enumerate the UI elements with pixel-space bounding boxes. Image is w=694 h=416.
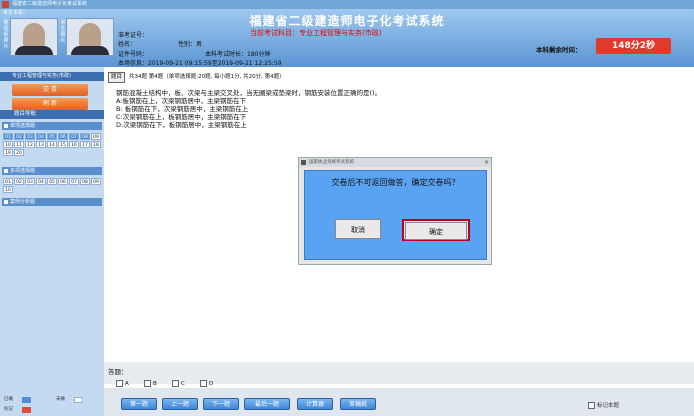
answer-choice-b[interactable]: B <box>144 380 157 387</box>
mark-question-toggle[interactable]: 标记本题 <box>588 401 619 409</box>
system-title: 福建省二级建造师电子化考试系统 <box>249 14 445 28</box>
next-question-button[interactable]: 下一题 <box>203 398 239 410</box>
option-a: A:板钢筋在上，次梁钢筋居中，主梁钢筋在下 <box>116 97 247 105</box>
candidate-name: 姓名： <box>118 41 137 48</box>
window-titlebar: 福建省二级建造师电子化考试系统 <box>0 0 694 9</box>
confirm-button[interactable]: 确定 <box>402 219 470 241</box>
nav-cell[interactable]: 01 <box>3 133 13 140</box>
nav-cell[interactable]: 03 <box>25 133 35 140</box>
nav-cell[interactable]: 11 <box>14 141 24 148</box>
app-icon <box>2 1 9 8</box>
prev-question-button[interactable]: 上一题 <box>162 398 198 410</box>
current-subject: 当前考试科目：专业工程管理与实务(市政) <box>250 29 382 37</box>
draft-paper-button[interactable]: 草稿纸 <box>340 398 376 410</box>
question-content: 钢筋混凝土结构中，板、次梁与主梁交叉处，当无圈梁或垫梁时，钢筋安装位置正确的是(… <box>116 89 536 129</box>
question-nav-header: 题目导航 <box>0 110 104 119</box>
nav-cell[interactable]: 07 <box>69 133 79 140</box>
nav-cell[interactable]: 07 <box>69 178 79 185</box>
option-c: C:次梁钢筋在上，板钢筋居中，主梁钢筋在下 <box>116 113 247 121</box>
exam-number: 准考证号： <box>118 32 149 39</box>
nav-cell[interactable]: 05 <box>47 133 57 140</box>
nav-cell[interactable]: 10 <box>3 141 13 148</box>
candidate-gender: 性别：男 <box>178 41 203 48</box>
nav-cell[interactable]: 03 <box>25 178 35 185</box>
subject-name: 专业工程管理与实务(市政) <box>12 73 71 79</box>
legend-done: 已做 <box>4 397 13 402</box>
dialog-message: 交卷后不可返回做答，确定交卷吗？ <box>331 178 460 187</box>
nav-cell[interactable]: 14 <box>47 141 57 148</box>
checkbox[interactable] <box>200 380 207 387</box>
multi-choice-grid: 01 02 03 04 05 06 07 08 09 10 <box>3 178 103 193</box>
section-case-analysis[interactable]: 案例分析题 <box>2 198 102 206</box>
nav-cell[interactable]: 04 <box>36 133 46 140</box>
dialog-icon <box>301 160 306 165</box>
last-question-button[interactable]: 最后一题 <box>244 398 290 410</box>
section-title: 单项选择题 <box>10 123 36 129</box>
answer-choice-c[interactable]: C <box>172 380 185 387</box>
single-choice-grid: 01 02 03 04 05 06 07 08 09 10 11 12 13 14 15 16 17 18 19 20 <box>3 133 103 156</box>
nav-cell[interactable]: 01 <box>3 178 13 185</box>
section-single-choice[interactable]: 单项选择题 <box>2 122 102 130</box>
nav-cell[interactable]: 02 <box>14 178 24 185</box>
close-icon[interactable]: × <box>482 158 491 167</box>
subject-bar: 专业工程管理与实务(市政) <box>0 72 104 81</box>
legend: 已做 未做 标记 <box>0 392 104 416</box>
nav-cell[interactable]: 18 <box>91 141 101 148</box>
countdown-timer: 148分2秒 <box>596 38 671 54</box>
nav-cell[interactable]: 19 <box>3 149 13 156</box>
nav-cell[interactable]: 15 <box>58 141 68 148</box>
left-panel <box>0 67 104 416</box>
exam-duration: 本科考试时长：180分钟 <box>205 51 271 58</box>
section-title: 案例分析题 <box>10 199 36 205</box>
nav-cell[interactable]: 08 <box>80 178 90 185</box>
question-tag: 题目 <box>108 72 126 83</box>
legend-mark-swatch <box>22 407 31 413</box>
legend-undone-swatch <box>74 397 83 403</box>
submit-button[interactable]: 交 卷 <box>12 84 88 96</box>
id-number: 证件号码： <box>118 51 149 58</box>
section-title: 多项选择题 <box>10 168 36 174</box>
legend-undone: 未做 <box>56 397 65 402</box>
section-multi-choice[interactable]: 多项选择题 <box>2 167 102 175</box>
cancel-button[interactable]: 取消 <box>335 219 381 239</box>
checkbox[interactable] <box>116 380 123 387</box>
nav-cell[interactable]: 06 <box>58 133 68 140</box>
checkbox[interactable] <box>588 401 595 409</box>
window-title: 福建省二级建造师电子化考试系统 <box>12 1 88 7</box>
nav-cell[interactable]: 09 <box>91 133 101 140</box>
nav-cell[interactable]: 20 <box>14 149 24 156</box>
question-info-bar: 题目 共34题 第4题（单项选择题:20题, 每小题1分, 共20分, 第4题） <box>108 72 694 83</box>
nav-cell[interactable]: 05 <box>47 178 57 185</box>
question-stem: 钢筋混凝土结构中，板、次梁与主梁交叉处，当无圈梁或垫梁时，钢筋安装位置正确的是(… <box>116 89 382 97</box>
confirm-button-label: 确定 <box>405 222 467 240</box>
legend-mark: 标记 <box>4 407 13 412</box>
answer-choice-a[interactable]: A <box>116 380 129 387</box>
nav-cell[interactable]: 06 <box>58 178 68 185</box>
question-progress: 共34题 第4题（单项选择题:20题, 每小题1分, 共20分, 第4题） <box>129 74 285 80</box>
nav-cell[interactable]: 12 <box>25 141 35 148</box>
checkbox[interactable] <box>172 380 179 387</box>
calculator-button[interactable]: 计算器 <box>297 398 333 410</box>
answer-area <box>104 362 694 384</box>
answer-label: 答题： <box>108 368 128 376</box>
nav-cell[interactable]: 10 <box>3 186 13 193</box>
option-b: B: 板钢筋在下，次梁钢筋居中，主梁钢筋在上 <box>116 105 249 113</box>
nav-cell[interactable]: 09 <box>91 178 101 185</box>
nav-cell[interactable]: 08 <box>80 133 90 140</box>
answer-choice-d[interactable]: D <box>200 380 213 387</box>
dialog-titlebar: 国家执业资格考试系统 <box>299 158 491 167</box>
remaining-time-label: 本科剩余时间： <box>536 46 582 54</box>
nav-cell[interactable]: 02 <box>14 133 24 140</box>
legend-done-swatch <box>22 397 31 403</box>
nav-cell[interactable]: 13 <box>36 141 46 148</box>
nav-cell[interactable]: 17 <box>80 141 90 148</box>
option-d: D:次梁钢筋在下，板钢筋居中，主梁钢筋在上 <box>116 121 247 129</box>
session-info: 本场信息：2019-09-21 09:15:59至2019-09-21 12:2… <box>118 60 282 67</box>
nav-cell[interactable]: 04 <box>36 178 46 185</box>
checkbox[interactable] <box>144 380 151 387</box>
first-question-button[interactable]: 第一题 <box>121 398 157 410</box>
refresh-button[interactable]: 刷 新 <box>12 98 88 110</box>
nav-cell[interactable]: 16 <box>69 141 79 148</box>
